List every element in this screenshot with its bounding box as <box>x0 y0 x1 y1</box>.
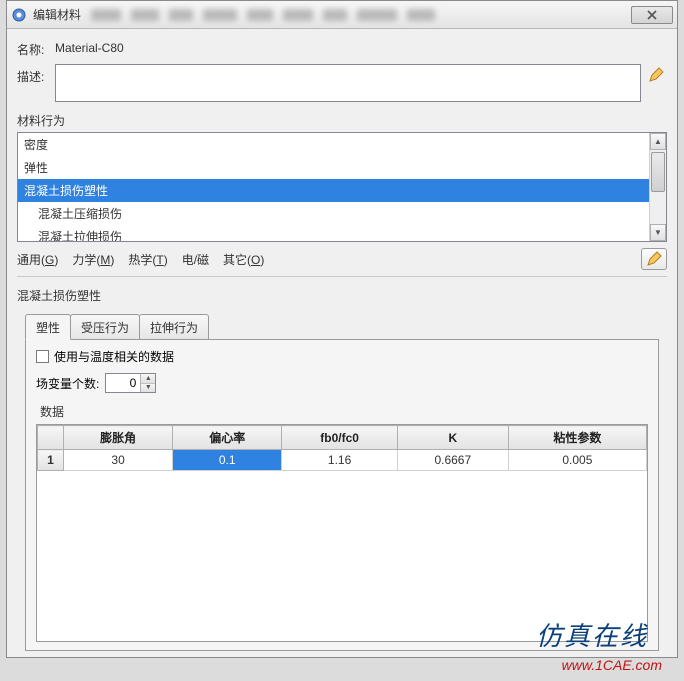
scrollbar[interactable]: ▲ ▼ <box>649 133 666 241</box>
window-title: 编辑材料 <box>33 6 81 23</box>
data-table[interactable]: 膨胀角偏心率fb0/fc0K粘性参数 1300.11.160.66670.005 <box>37 425 647 471</box>
menu-other[interactable]: 其它(O) <box>223 251 264 268</box>
scroll-thumb[interactable] <box>651 152 665 192</box>
table-cell[interactable]: 1.16 <box>282 450 398 471</box>
desc-input[interactable] <box>55 64 641 102</box>
spin-up-button[interactable]: ▲ <box>141 374 155 384</box>
client-area: 名称: Material-C80 描述: 材料行为 密度弹性混凝土损伤塑性混凝土… <box>7 29 677 657</box>
data-table-wrap: 膨胀角偏心率fb0/fc0K粘性参数 1300.11.160.66670.005 <box>36 424 648 642</box>
watermark-url: www.1CAE.com <box>562 657 662 673</box>
table-header[interactable]: 膨胀角 <box>64 426 173 450</box>
temp-checkbox[interactable] <box>36 350 49 363</box>
tab[interactable]: 拉伸行为 <box>139 314 209 340</box>
tab[interactable]: 受压行为 <box>70 314 140 340</box>
behavior-item[interactable]: 密度 <box>18 133 649 156</box>
behavior-item[interactable]: 弹性 <box>18 156 649 179</box>
tab-body-plasticity: 使用与温度相关的数据 场变量个数: ▲ ▼ 数据 膨胀角偏心率fb0/fc0K粘… <box>25 339 659 651</box>
close-button[interactable] <box>631 6 673 24</box>
spin-down-button[interactable]: ▼ <box>141 384 155 393</box>
table-header[interactable]: 偏心率 <box>173 426 282 450</box>
menu-general[interactable]: 通用(G) <box>17 251 58 268</box>
watermark-brand: 仿真在线 <box>536 616 648 653</box>
behavior-item[interactable]: 混凝土拉伸损伤 <box>18 225 649 241</box>
edit-behavior-button[interactable] <box>641 248 667 270</box>
menu-electromagnetic[interactable]: 电/磁 <box>182 251 209 268</box>
behavior-item[interactable]: 混凝土压缩损伤 <box>18 202 649 225</box>
menu-mechanical[interactable]: 力学(M) <box>72 251 114 268</box>
behavior-item[interactable]: 混凝土损伤塑性 <box>18 179 649 202</box>
table-header[interactable]: fb0/fc0 <box>282 426 398 450</box>
behavior-label: 材料行为 <box>17 112 667 129</box>
app-icon <box>11 7 27 23</box>
row-header[interactable]: 1 <box>38 450 64 471</box>
table-header[interactable]: K <box>397 426 508 450</box>
name-value: Material-C80 <box>55 37 124 55</box>
tab[interactable]: 塑性 <box>25 314 71 340</box>
fieldvars-spinner[interactable]: ▲ ▼ <box>105 373 156 393</box>
scroll-down-button[interactable]: ▼ <box>650 224 666 241</box>
behavior-list: 密度弹性混凝土损伤塑性混凝土压缩损伤混凝土拉伸损伤 ▲ ▼ <box>17 132 667 242</box>
table-cell[interactable]: 30 <box>64 450 173 471</box>
desc-label: 描述: <box>17 64 55 85</box>
scroll-track[interactable] <box>650 150 666 224</box>
tabstrip: 塑性受压行为拉伸行为 <box>25 313 667 339</box>
table-cell[interactable]: 0.1 <box>173 450 282 471</box>
table-header[interactable]: 粘性参数 <box>508 426 646 450</box>
data-label: 数据 <box>40 403 648 420</box>
name-label: 名称: <box>17 37 55 58</box>
divider <box>17 276 667 277</box>
category-menubar: 通用(G) 力学(M) 热学(T) 电/磁 其它(O) <box>17 248 667 270</box>
edit-desc-button[interactable] <box>645 64 667 86</box>
background-blur <box>91 9 631 21</box>
temp-checkbox-label: 使用与温度相关的数据 <box>54 348 174 365</box>
table-cell[interactable]: 0.005 <box>508 450 646 471</box>
cdpp-title: 混凝土损伤塑性 <box>17 287 667 304</box>
fieldvars-label: 场变量个数: <box>36 375 99 392</box>
material-editor-window: 编辑材料 名称: Material-C80 描述: 材料行为 密度弹性混凝土损伤… <box>6 0 678 658</box>
table-corner <box>38 426 64 450</box>
fieldvars-input[interactable] <box>106 374 140 392</box>
titlebar[interactable]: 编辑材料 <box>7 1 677 29</box>
scroll-up-button[interactable]: ▲ <box>650 133 666 150</box>
table-cell[interactable]: 0.6667 <box>397 450 508 471</box>
menu-thermal[interactable]: 热学(T) <box>128 251 167 268</box>
